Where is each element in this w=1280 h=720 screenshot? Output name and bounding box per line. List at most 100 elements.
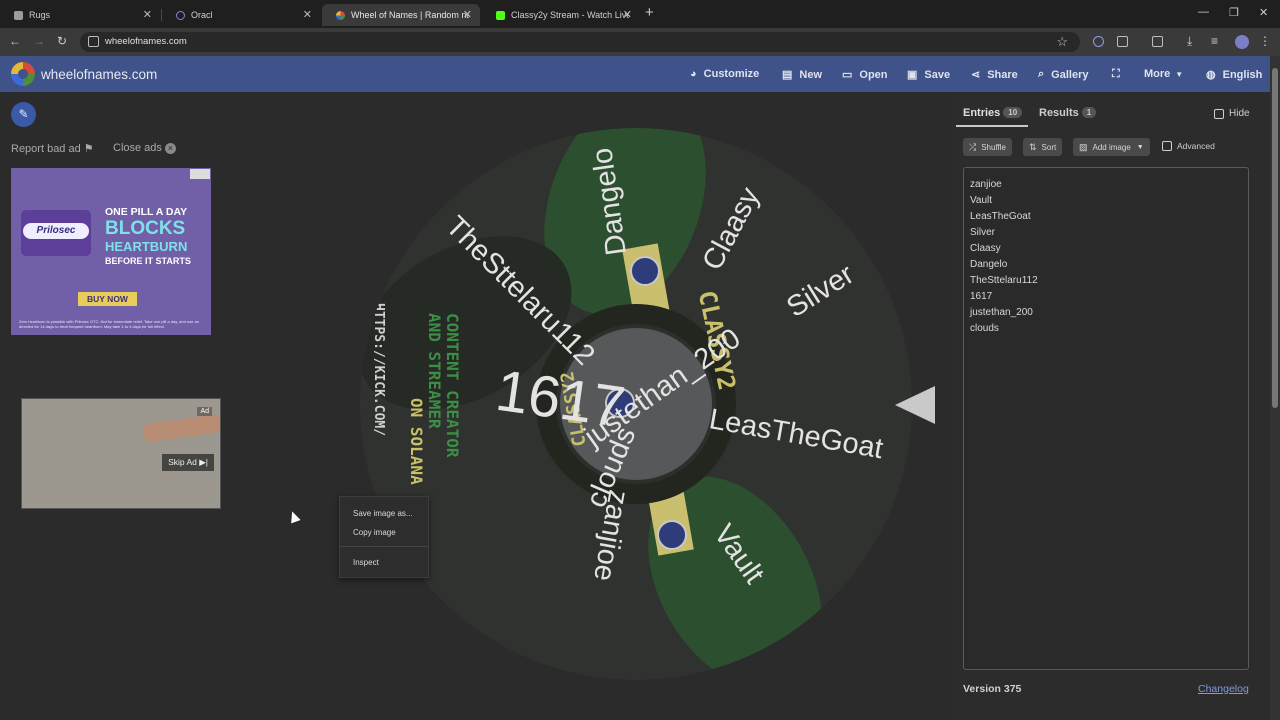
wheel-banner-text: CONTENT CREATOR: [443, 313, 462, 458]
report-bad-ad-link[interactable]: Report bad ad ⚑: [11, 142, 94, 155]
entries-textarea[interactable]: zanjioe Vault LeasTheGoat Silver Claasy …: [963, 167, 1249, 670]
wheel-banner-text: ON SOLANA: [407, 398, 426, 485]
fullscreen-icon: ⛶: [1112, 68, 1120, 80]
version-label: Version 375: [963, 683, 1022, 695]
changelog-link[interactable]: Changelog: [1198, 683, 1249, 695]
pencil-icon: ✎: [18, 107, 29, 121]
results-count-badge: 1: [1081, 107, 1097, 118]
site-title[interactable]: wheelofnames.com: [41, 67, 157, 82]
video-ad[interactable]: Ad Skip Ad ▶|: [21, 398, 221, 509]
customize-button[interactable]: ◕ Customize: [690, 68, 759, 80]
sort-label: Sort: [1041, 142, 1057, 152]
open-button[interactable]: ▭ Open: [842, 68, 888, 82]
context-inspect[interactable]: Inspect: [353, 558, 379, 567]
search-icon: ⌕: [1038, 68, 1045, 80]
close-tab-icon[interactable]: ✕: [623, 8, 632, 21]
context-save-image[interactable]: Save image as...: [353, 509, 413, 518]
restore-icon[interactable]: ❐: [1229, 6, 1239, 19]
share-button[interactable]: ⋖ Share: [971, 68, 1018, 82]
results-tab-label: Results: [1039, 107, 1079, 119]
spin-wheel[interactable]: CLASSY2 CLASSY2 CONTENT CREATOR AND STRE…: [360, 128, 912, 680]
tab-title: Wheel of Names | Random nan: [351, 10, 469, 20]
hide-checkbox[interactable]: Hide: [1214, 108, 1250, 119]
wheel-slice-label: LeasTheGoat: [706, 403, 886, 466]
floppy-icon: ▣: [907, 69, 918, 81]
entry-line: LeasTheGoat: [970, 211, 1031, 222]
share-icon: ⋖: [971, 69, 981, 81]
edit-pencil-button[interactable]: ✎: [11, 102, 36, 127]
side-panel-icon[interactable]: [1152, 36, 1163, 47]
reload-icon[interactable]: ↻: [57, 34, 67, 48]
new-button[interactable]: ▤ New: [782, 68, 822, 82]
close-tab-icon[interactable]: ✕: [303, 8, 312, 21]
wheel-banner-text: AND STREAMER: [425, 313, 444, 429]
wheel-logo-icon[interactable]: [11, 62, 35, 86]
browser-tab-classy-stream[interactable]: Classy2y Stream - Watch Live o ✕: [482, 4, 640, 26]
gallery-label: Gallery: [1051, 68, 1089, 81]
browser-tab-rugs[interactable]: Rugs ✕: [0, 4, 160, 26]
buy-now-button[interactable]: BUY NOW: [78, 292, 137, 306]
advanced-checkbox[interactable]: Advanced: [1162, 141, 1215, 151]
close-circle-icon: ×: [164, 143, 176, 154]
extensions-puzzle-icon[interactable]: [1117, 36, 1128, 47]
tab-entries[interactable]: Entries 10: [963, 107, 1023, 119]
minimize-icon[interactable]: —: [1198, 6, 1209, 18]
more-button[interactable]: More ▼: [1144, 68, 1183, 80]
more-label: More: [1144, 68, 1171, 80]
forward-icon[interactable]: →: [33, 34, 45, 48]
sort-button[interactable]: ⇅ Sort: [1023, 138, 1063, 156]
wheel-favicon-icon: [336, 10, 345, 20]
entries-tab-label: Entries: [963, 107, 1001, 119]
browser-menu-icon[interactable]: ⋮: [1259, 34, 1271, 48]
ad-headline-2: BLOCKS: [105, 218, 186, 239]
bookmark-star-icon[interactable]: ☆: [1056, 34, 1068, 50]
wheel-disc: CLASSY2 CLASSY2 CONTENT CREATOR AND STRE…: [360, 128, 912, 680]
gem-icon: [657, 520, 687, 550]
close-tab-icon[interactable]: ✕: [463, 8, 472, 21]
browser-tab-wheel-of-names[interactable]: Wheel of Names | Random nan ✕: [322, 4, 480, 26]
wheel-pointer-icon: [895, 386, 935, 424]
media-controls-icon[interactable]: ≡: [1211, 34, 1218, 48]
language-button[interactable]: ◍ English: [1206, 68, 1263, 82]
add-image-button[interactable]: ▨ Add image ▼: [1073, 138, 1150, 156]
tab-results[interactable]: Results 1: [1039, 107, 1097, 119]
language-label: English: [1222, 68, 1263, 81]
palette-icon: ◕: [690, 68, 697, 80]
entry-line: TheSttelaru112: [970, 275, 1038, 286]
skip-ad-button[interactable]: Skip Ad ▶|: [162, 454, 214, 471]
ad-brand: Prilosec: [23, 223, 89, 239]
entry-line: clouds: [970, 323, 999, 334]
save-button[interactable]: ▣ Save: [907, 68, 951, 82]
advanced-label: Advanced: [1177, 141, 1215, 151]
video-ad-frame: [141, 413, 220, 443]
prilosec-ad[interactable]: Prilosec ONE PILL A DAY BLOCKS HEARTBURN…: [11, 168, 211, 335]
adchoices-icon[interactable]: [190, 169, 210, 179]
address-bar[interactable]: wheelofnames.com ☆: [80, 32, 1080, 52]
close-ads-link[interactable]: Close ads ×: [113, 142, 176, 154]
fullscreen-button[interactable]: ⛶: [1112, 68, 1127, 81]
close-tab-icon[interactable]: ✕: [143, 8, 152, 21]
extension-icon[interactable]: [1093, 36, 1104, 47]
download-icon[interactable]: ⤓: [1187, 34, 1192, 49]
entry-line: justethan_200: [970, 307, 1033, 318]
gallery-button[interactable]: ⌕ Gallery: [1038, 68, 1088, 81]
back-icon[interactable]: ←: [9, 34, 21, 48]
image-icon: ▨: [1079, 141, 1088, 152]
scrollbar-thumb[interactable]: [1272, 68, 1278, 408]
url-text[interactable]: wheelofnames.com: [105, 36, 187, 47]
new-tab-icon[interactable]: +: [645, 4, 654, 21]
close-window-icon[interactable]: ✕: [1259, 6, 1268, 19]
profile-avatar[interactable]: [1235, 35, 1249, 49]
shuffle-button[interactable]: ⤮ Shuffle: [963, 138, 1012, 156]
save-label: Save: [924, 68, 951, 81]
site-info-icon[interactable]: [88, 36, 99, 47]
tab-title: Rugs: [29, 10, 51, 20]
page-scrollbar[interactable]: [1270, 56, 1280, 720]
browser-tabbar: Rugs ✕ Oracl ✕ Wheel of Names | Random n…: [0, 0, 1280, 28]
context-copy-image[interactable]: Copy image: [353, 528, 396, 537]
app-header: wheelofnames.com ◕ Customize ▤ New ▭ Open ▣…: [0, 56, 1280, 92]
folder-icon: ▭: [842, 69, 853, 81]
browser-tab-oracl[interactable]: Oracl ✕: [162, 4, 320, 26]
tab-title: Oracl: [191, 10, 213, 20]
entry-line: Claasy: [970, 243, 1001, 254]
